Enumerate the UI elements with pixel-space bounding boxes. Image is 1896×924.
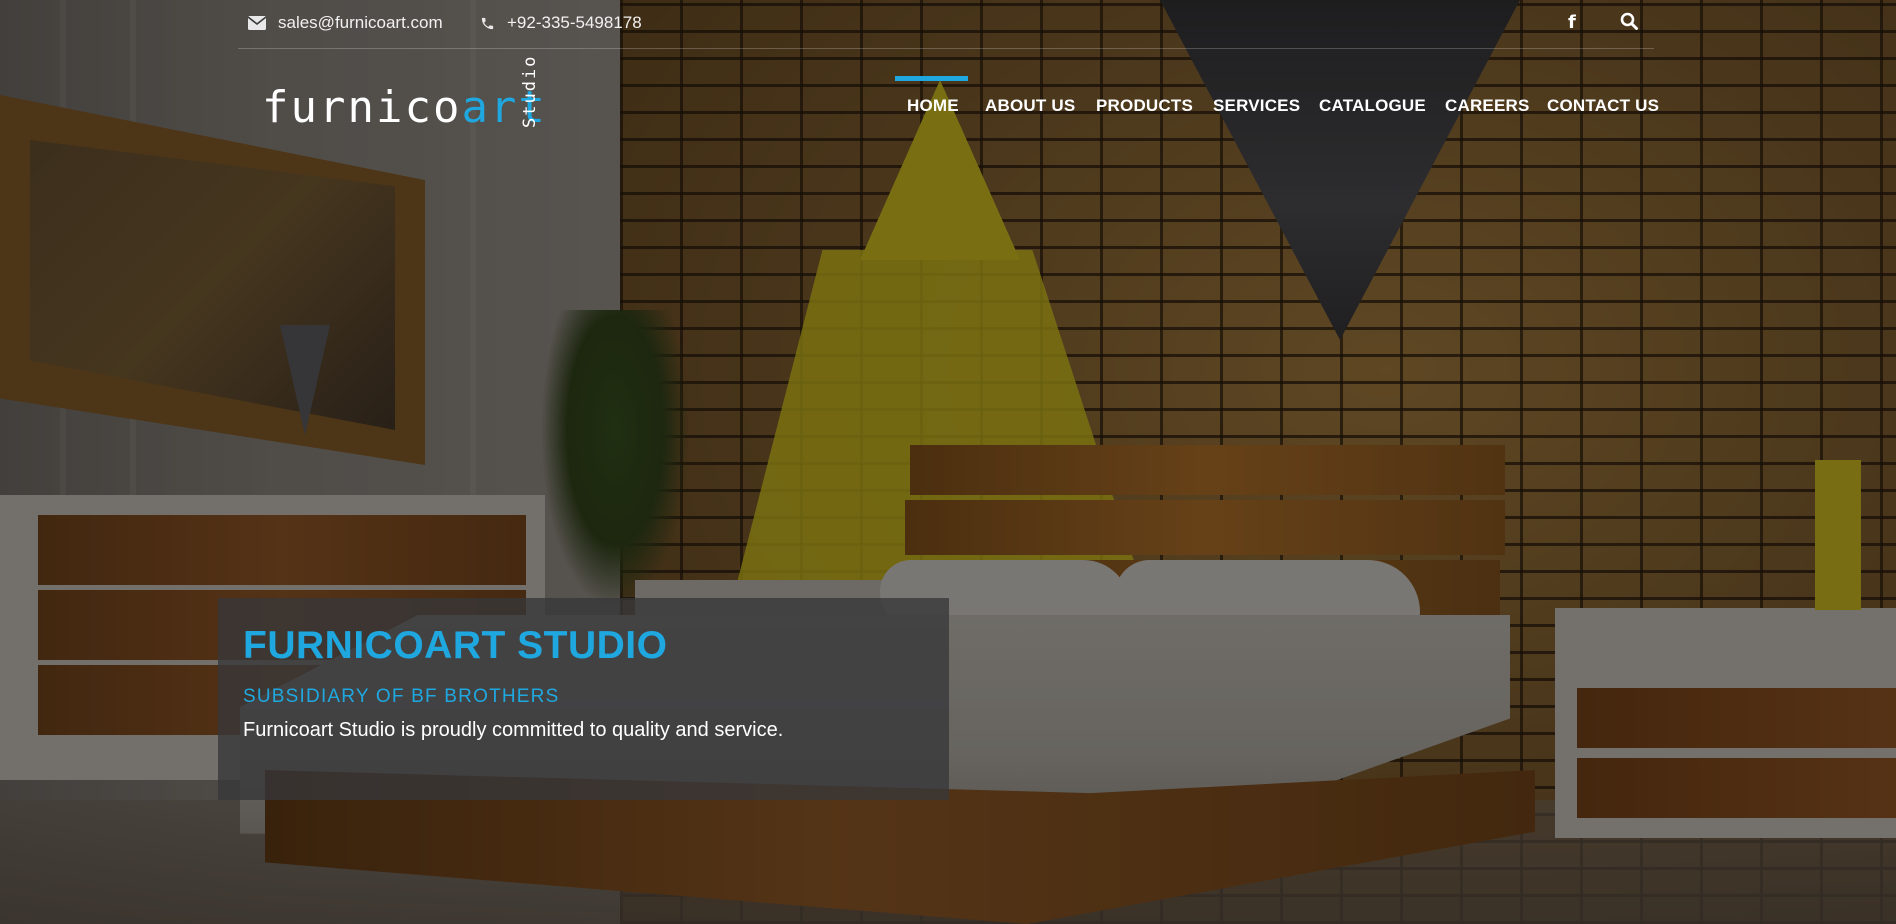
nav-services[interactable]: SERVICES (1213, 96, 1300, 116)
nav-about-us[interactable]: ABOUT US (985, 96, 1075, 116)
facebook-icon[interactable]: f (1568, 12, 1576, 33)
hero-description: Furnicoart Studio is proudly committed t… (243, 719, 784, 741)
contact-phone-text[interactable]: +92-335-5498178 (507, 13, 642, 33)
nav-catalogue[interactable]: CATALOGUE (1319, 96, 1426, 116)
site-logo[interactable]: furnicoart (262, 86, 547, 130)
top-contact-bar: sales@furnicoart.com +92-335-5498178 f (238, 0, 1654, 49)
hero-title: FURNICOART STUDIO (243, 624, 668, 667)
contact-email-text[interactable]: sales@furnicoart.com (278, 13, 443, 33)
nav-products[interactable]: PRODUCTS (1096, 96, 1193, 116)
logo-main-text: furnico (262, 82, 462, 133)
hero-subtitle: SUBSIDIARY OF BF BROTHERS (243, 686, 560, 707)
logo-studio-text: Studio (520, 54, 540, 128)
nav-careers[interactable]: CAREERS (1445, 96, 1530, 116)
envelope-icon (248, 16, 266, 30)
search-icon[interactable] (1620, 12, 1638, 35)
nav-active-indicator (895, 76, 968, 81)
nav-contact-us[interactable]: CONTACT US (1547, 96, 1659, 116)
contact-email[interactable]: sales@furnicoart.com (248, 13, 443, 33)
nav-home[interactable]: HOME (907, 96, 959, 116)
phone-icon (480, 16, 495, 31)
contact-phone[interactable]: +92-335-5498178 (480, 13, 642, 33)
hero-caption-box: FURNICOART STUDIO SUBSIDIARY OF BF BROTH… (218, 598, 949, 800)
